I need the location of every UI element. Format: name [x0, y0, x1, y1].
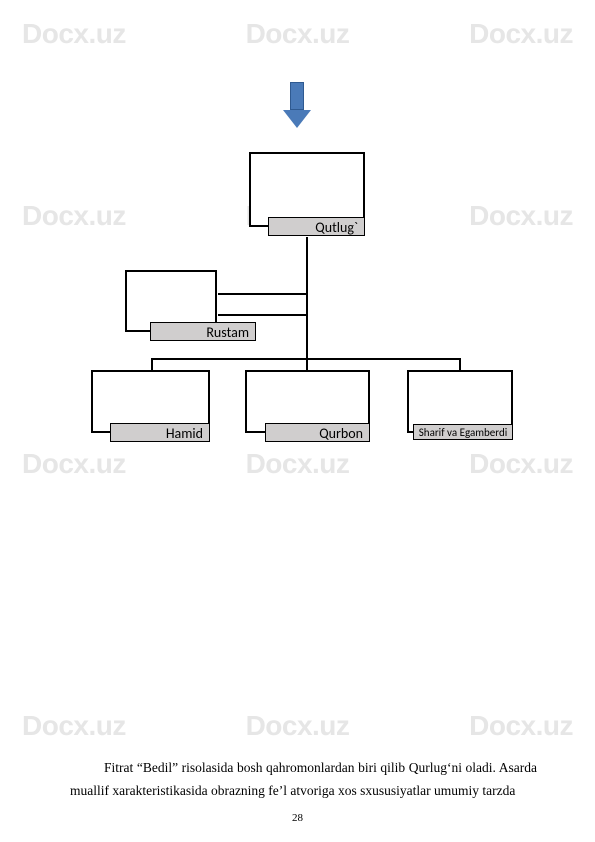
connector-line [218, 293, 307, 295]
node-qutlug-label: Qutlug` [268, 217, 365, 236]
watermark-text: Docx.uz [469, 710, 573, 742]
body-paragraph-text: Fitrat “Bedil” risolasida bosh qahromonl… [70, 760, 537, 798]
connector-line [151, 358, 153, 370]
connector-line [459, 358, 461, 370]
node-hamid-label: Hamid [110, 423, 210, 442]
node-sharif-label: Sharif va Egamberdi [413, 424, 513, 440]
watermark-text: Docx.uz [469, 18, 573, 50]
watermark-text: Docx.uz [22, 710, 126, 742]
org-chart: Qutlug` Rustam Hamid Qurbon Sharif va Eg… [0, 152, 595, 482]
connector-line [306, 358, 308, 370]
watermark-text: Docx.uz [246, 18, 350, 50]
node-rustam-label: Rustam [150, 322, 256, 341]
connector-line [306, 237, 308, 358]
watermark-text: Docx.uz [246, 710, 350, 742]
connector-line [218, 314, 307, 316]
body-paragraph: Fitrat “Bedil” risolasida bosh qahromonl… [70, 757, 537, 803]
watermark-row: Docx.uz Docx.uz Docx.uz [0, 18, 595, 50]
watermark-row: Docx.uz Docx.uz Docx.uz [0, 710, 595, 742]
down-arrow-icon [283, 82, 311, 130]
node-qutlug [249, 152, 365, 227]
page-number: 28 [0, 812, 595, 824]
watermark-text: Docx.uz [22, 18, 126, 50]
node-qurbon-label: Qurbon [265, 423, 370, 442]
